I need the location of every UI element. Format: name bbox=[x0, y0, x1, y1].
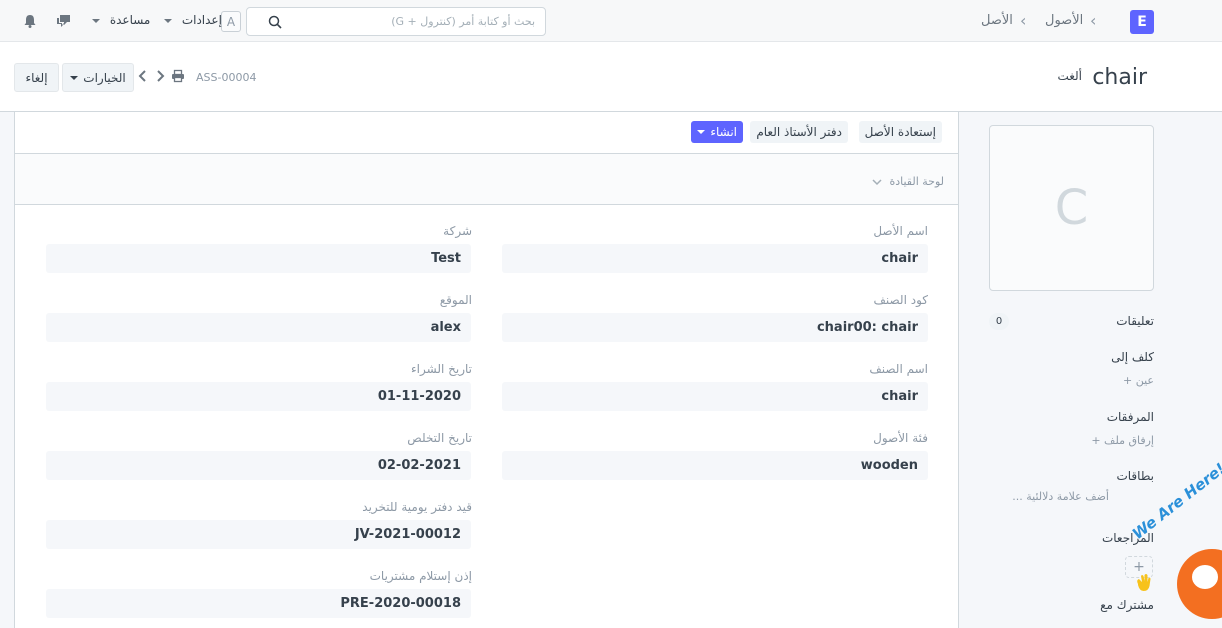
page-title: chair bbox=[1092, 65, 1147, 90]
chevron-left-icon: ‹ bbox=[1020, 11, 1027, 30]
asset-category-field[interactable]: wooden bbox=[502, 451, 928, 480]
form-toolbar: إستعادة الأصل دفتر الأستاذ العام انشاء bbox=[15, 112, 958, 154]
options-label: الخيارات bbox=[83, 70, 126, 85]
attach-file-link[interactable]: إرفاق ملف + bbox=[1091, 434, 1154, 447]
purchase-date-field[interactable]: 01-11-2020 bbox=[46, 382, 471, 411]
restore-asset-button[interactable]: إستعادة الأصل bbox=[858, 121, 942, 143]
settings-dropdown[interactable]: إعدادات bbox=[164, 13, 222, 27]
next-doc-icon[interactable] bbox=[154, 69, 166, 83]
create-label: انشاء bbox=[710, 125, 737, 139]
item-name-field[interactable]: chair bbox=[502, 382, 928, 411]
purchase-date-label: تاريخ الشراء bbox=[411, 362, 472, 376]
comments-count-badge: 0 bbox=[989, 313, 1009, 330]
general-ledger-button[interactable]: دفتر الأستاذ العام bbox=[750, 121, 848, 143]
dashboard-label: لوحة القيادة bbox=[889, 175, 944, 188]
company-field[interactable]: Test bbox=[46, 244, 471, 273]
asset-image-placeholder[interactable]: C bbox=[989, 125, 1154, 291]
settings-label: إعدادات bbox=[181, 13, 222, 27]
asset-name-field[interactable]: chair bbox=[502, 244, 928, 273]
assigned-to-label: كلف إلى bbox=[1111, 350, 1154, 364]
disposal-date-field[interactable]: 02-02-2021 bbox=[46, 451, 471, 480]
bell-icon[interactable] bbox=[22, 13, 38, 29]
cancel-button[interactable]: إلغاء bbox=[14, 63, 59, 92]
app-logo[interactable]: E bbox=[1130, 10, 1154, 34]
tags-label: بطاقات bbox=[1116, 469, 1154, 483]
purchase-receipt-field[interactable]: PRE-2020-00018 bbox=[46, 589, 471, 618]
chevron-left-icon: ‹ bbox=[1090, 11, 1097, 30]
location-label: الموقع bbox=[439, 293, 472, 307]
purchase-receipt-label: إذن إستلام مشتريات bbox=[369, 569, 472, 583]
company-label: شركة bbox=[443, 224, 472, 238]
navbar: E ‹ الأصول ‹ الأصل بحث أو كتابة أمر (كنت… bbox=[0, 0, 1222, 42]
search-icon bbox=[268, 15, 282, 29]
print-icon[interactable] bbox=[171, 69, 185, 83]
chat-bubble-icon bbox=[1192, 565, 1218, 589]
document-name: ASS-00004 bbox=[196, 71, 257, 84]
item-name-label: اسم الصنف bbox=[869, 362, 928, 376]
add-tag-link[interactable]: أضف علامة دلالئية ... bbox=[1012, 490, 1109, 503]
breadcrumb-asset[interactable]: الأصل bbox=[981, 13, 1013, 28]
disposal-date-label: تاريخ التخلص bbox=[407, 431, 472, 445]
journal-entry-field[interactable]: JV-2021-00012 bbox=[46, 520, 471, 549]
help-dropdown[interactable]: مساعدة bbox=[92, 13, 150, 27]
caret-down-icon bbox=[70, 75, 79, 80]
item-code-label: كود الصنف bbox=[873, 293, 928, 307]
chat-messages-icon[interactable] bbox=[56, 13, 72, 29]
caret-down-icon bbox=[92, 18, 100, 23]
comments-label: تعليقات bbox=[1116, 314, 1154, 328]
status-indicator: ألغت bbox=[1057, 69, 1082, 83]
assign-link[interactable]: عين + bbox=[1123, 374, 1154, 387]
help-label: مساعدة bbox=[109, 13, 151, 27]
caret-down-icon bbox=[164, 18, 172, 23]
search-placeholder: بحث أو كتابة أمر (كنترول + G) bbox=[391, 15, 535, 28]
form-layout: إستعادة الأصل دفتر الأستاذ العام انشاء ل… bbox=[14, 112, 959, 628]
dashboard-toggle[interactable]: لوحة القيادة bbox=[872, 175, 944, 188]
chevron-down-icon bbox=[872, 179, 882, 186]
breadcrumb-assets[interactable]: الأصول bbox=[1045, 13, 1083, 28]
location-field[interactable]: alex bbox=[46, 313, 471, 342]
caret-down-icon bbox=[697, 130, 706, 134]
item-code-field[interactable]: chair00: chair bbox=[502, 313, 928, 342]
search-input[interactable]: بحث أو كتابة أمر (كنترول + G) bbox=[246, 7, 546, 36]
journal-entry-label: قيد دفتر يومية للتخريد bbox=[362, 500, 472, 514]
asset-name-label: اسم الأصل bbox=[873, 224, 928, 238]
prev-doc-icon[interactable] bbox=[137, 69, 149, 83]
user-avatar[interactable]: A bbox=[221, 11, 241, 32]
shared-with-label: مشترك مع bbox=[1100, 598, 1154, 612]
create-dropdown-button[interactable]: انشاء bbox=[691, 121, 743, 143]
attachments-label: المرفقات bbox=[1106, 410, 1154, 424]
page-head: chair ألغت إلغاء الخيارات ASS-00004 bbox=[0, 42, 1222, 112]
asset-category-label: فئة الأصول bbox=[873, 431, 928, 445]
options-dropdown-button[interactable]: الخيارات bbox=[62, 63, 134, 92]
waving-hand-icon bbox=[1137, 574, 1151, 591]
dashboard-section[interactable]: لوحة القيادة bbox=[15, 154, 958, 205]
